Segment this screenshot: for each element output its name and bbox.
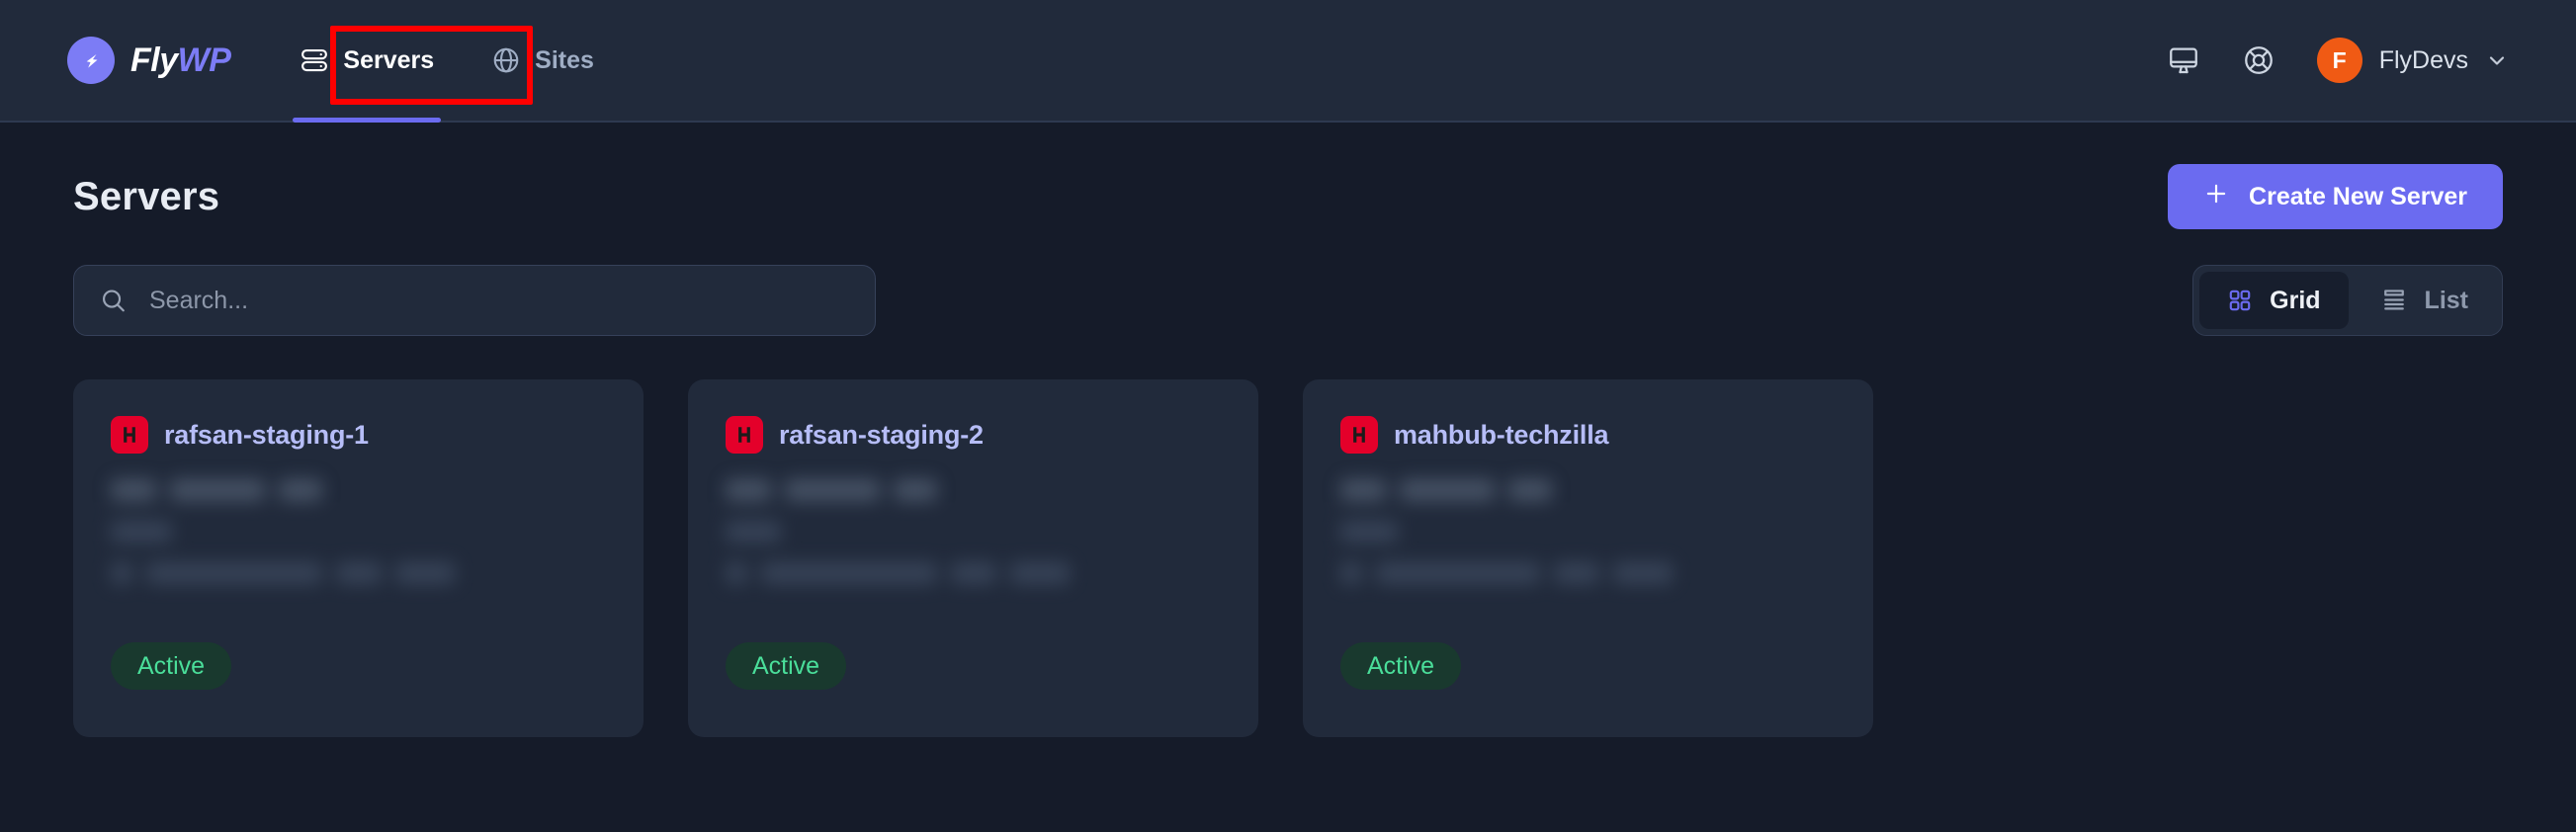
nav-label-sites: Sites xyxy=(535,45,594,74)
redacted-line xyxy=(111,479,606,501)
view-mode-toggle: Grid List xyxy=(2192,265,2503,336)
page-title: Servers xyxy=(73,174,220,218)
server-card[interactable]: rafsan-staging-1 Active xyxy=(73,379,644,737)
redacted-line xyxy=(1340,562,1836,584)
header-actions: F FlyDevs xyxy=(2167,38,2509,83)
server-name-link[interactable]: rafsan-staging-2 xyxy=(779,420,984,451)
brand-wp-text: WP xyxy=(177,42,231,79)
server-name-link[interactable]: rafsan-staging-1 xyxy=(164,420,369,451)
status-badge: Active xyxy=(726,642,847,690)
hetzner-h-logo-icon xyxy=(111,416,148,454)
chevron-down-icon xyxy=(2485,48,2509,72)
globe-icon xyxy=(491,45,521,75)
server-card[interactable]: rafsan-staging-2 Active xyxy=(688,379,1258,737)
nav-item-servers[interactable]: Servers xyxy=(282,0,452,123)
server-card-header: mahbub-techzilla xyxy=(1340,416,1836,454)
redacted-line xyxy=(726,479,1221,501)
status-badge: Active xyxy=(111,642,232,690)
page-content: Servers Create New Server Search... Grid… xyxy=(0,123,2576,737)
avatar: F xyxy=(2316,38,2362,83)
server-card-header: rafsan-staging-1 xyxy=(111,416,606,454)
redacted-line xyxy=(1340,479,1836,501)
view-mode-list-label: List xyxy=(2424,286,2468,314)
monitor-icon[interactable] xyxy=(2167,43,2200,77)
page-header-row: Servers Create New Server xyxy=(73,123,2503,229)
redacted-server-details xyxy=(111,479,606,584)
account-menu[interactable]: F FlyDevs xyxy=(2316,38,2509,83)
hetzner-h-logo-icon xyxy=(1340,416,1378,454)
redacted-line xyxy=(726,521,1221,542)
server-card-grid: rafsan-staging-1 Active rafsan-staging-2… xyxy=(73,379,2503,737)
plus-icon xyxy=(2203,181,2229,213)
redacted-line xyxy=(111,521,606,542)
brand-logo[interactable]: FlyWP xyxy=(67,37,231,84)
server-stack-icon xyxy=(300,45,329,75)
list-icon xyxy=(2380,287,2408,314)
server-card-header: rafsan-staging-2 xyxy=(726,416,1221,454)
view-mode-grid-button[interactable]: Grid xyxy=(2199,272,2349,329)
list-toolbar: Grid List xyxy=(73,265,2503,336)
redacted-server-details xyxy=(1340,479,1836,584)
redacted-line xyxy=(111,562,606,584)
create-new-server-label: Create New Server xyxy=(2249,182,2467,210)
lifebuoy-icon[interactable] xyxy=(2242,43,2275,77)
redacted-line xyxy=(726,562,1221,584)
flywp-arrow-logo-icon xyxy=(67,37,115,84)
search-field xyxy=(73,265,876,336)
nav-item-sites[interactable]: Sites xyxy=(473,0,612,121)
hetzner-h-logo-icon xyxy=(726,416,763,454)
server-card[interactable]: mahbub-techzilla Active xyxy=(1303,379,1873,737)
redacted-line xyxy=(1340,521,1836,542)
view-mode-list-button[interactable]: List xyxy=(2353,272,2496,329)
server-name-link[interactable]: mahbub-techzilla xyxy=(1394,420,1609,451)
redacted-server-details xyxy=(726,479,1221,584)
search-input[interactable] xyxy=(73,265,876,336)
brand-fly-text: Fly xyxy=(130,42,178,79)
main-nav: Servers Sites xyxy=(282,0,612,123)
account-name: FlyDevs xyxy=(2378,45,2468,74)
nav-label-servers: Servers xyxy=(343,45,435,74)
create-new-server-button[interactable]: Create New Server xyxy=(2168,164,2503,229)
brand-wordmark: FlyWP xyxy=(130,42,231,79)
status-badge: Active xyxy=(1340,642,1462,690)
app-header: FlyWP Servers Sites F FlyDevs xyxy=(0,0,2576,123)
grid-icon xyxy=(2227,288,2253,313)
view-mode-grid-label: Grid xyxy=(2270,286,2321,314)
